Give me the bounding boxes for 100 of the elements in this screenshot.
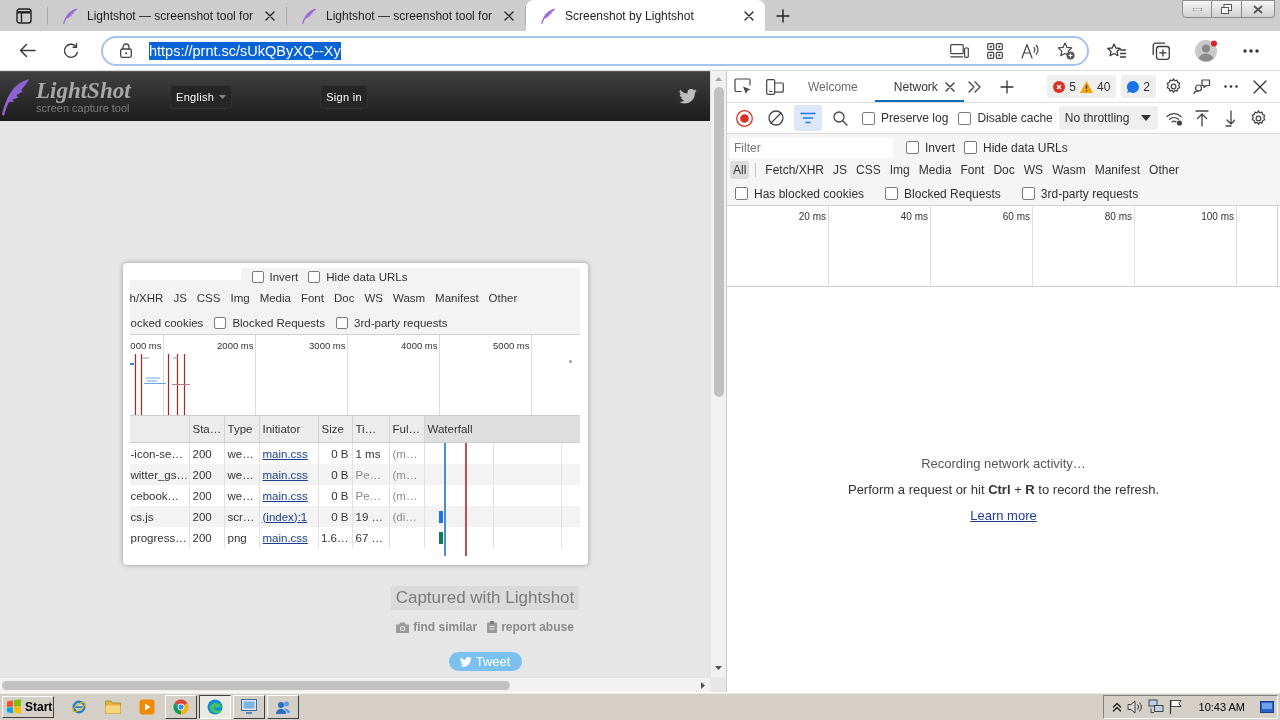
type-filter-button[interactable]: JS xyxy=(173,292,187,304)
address-field[interactable]: https://prnt.sc/sUkQByXQ--Xy xyxy=(101,35,1089,66)
type-filter-button[interactable]: h/XHR xyxy=(129,292,164,304)
checkbox-label[interactable]: Hide data URLs xyxy=(983,140,1068,155)
browser-e-icon[interactable] xyxy=(71,698,87,715)
column-header[interactable]: Ti… xyxy=(355,423,377,435)
column-header[interactable]: Initiator xyxy=(262,423,301,435)
overview-drawing xyxy=(129,354,192,415)
type-filter-button[interactable]: Manifest xyxy=(1091,161,1144,179)
checkbox[interactable] xyxy=(885,187,899,200)
bird-icon[interactable] xyxy=(679,89,697,104)
type-filter-button[interactable]: Fetch/XHR xyxy=(762,161,828,179)
vertical-scrollbar[interactable] xyxy=(710,71,726,677)
type-filter-button[interactable]: WS xyxy=(1020,161,1047,179)
taskbar-clock[interactable]: 10:43 AM xyxy=(1198,700,1245,713)
checkbox-label[interactable]: Invert xyxy=(269,270,299,283)
checkbox-label[interactable]: Blocked Requests xyxy=(232,316,326,329)
sign-in-button[interactable]: Sign in xyxy=(320,84,368,109)
close-window-button[interactable] xyxy=(1242,0,1275,18)
checkbox-label[interactable]: Blocked Requests xyxy=(904,186,1001,201)
checkbox[interactable] xyxy=(214,316,227,329)
initiator-link[interactable]: main.css xyxy=(262,468,308,481)
read-aloud-icon[interactable] xyxy=(1021,42,1039,59)
column-header[interactable]: Sta… xyxy=(192,423,222,435)
table-row[interactable]: cs.js 200 scr… (index):1 0 B 19 … (di… xyxy=(129,506,580,527)
filter-field[interactable]: Filter xyxy=(730,137,893,158)
checkbox[interactable] xyxy=(308,270,321,283)
scrollbar-thumb[interactable] xyxy=(2,680,510,690)
speaker-icon[interactable] xyxy=(1126,699,1143,714)
issues-badge[interactable]: 2 xyxy=(1121,75,1156,98)
checkbox-label[interactable]: ocked cookies xyxy=(130,316,204,329)
devices-icon[interactable] xyxy=(950,43,969,58)
close-tab-button[interactable] xyxy=(944,81,955,92)
type-filter-button[interactable]: Font xyxy=(300,292,324,304)
panel-tab[interactable]: Network xyxy=(874,71,964,102)
network-icon[interactable] xyxy=(1147,699,1164,714)
learn-more-link[interactable]: Learn more xyxy=(970,508,1037,523)
url-text[interactable]: https://prnt.sc/sUkQByXQ--Xy xyxy=(149,41,341,60)
initiator-link[interactable]: main.css xyxy=(262,489,308,502)
browser-tab[interactable]: Screenshot by Lightshot xyxy=(526,0,765,31)
type-filter-button[interactable]: Doc xyxy=(990,161,1018,179)
scrollbar-thumb[interactable] xyxy=(713,87,724,397)
settings-icon[interactable] xyxy=(1164,78,1182,95)
language-dropdown[interactable]: English xyxy=(170,84,233,109)
horizontal-scrollbar[interactable] xyxy=(0,677,710,692)
panel-tab[interactable]: Welcome xyxy=(791,71,875,102)
checkbox[interactable] xyxy=(906,141,919,154)
checkbox[interactable] xyxy=(964,141,977,154)
issues-badge[interactable]: 5 40 xyxy=(1047,75,1117,98)
column-header[interactable]: Type xyxy=(227,423,253,435)
column-header[interactable]: Waterfall xyxy=(427,423,473,435)
type-filter-button[interactable]: Font xyxy=(957,161,988,179)
type-filter-button[interactable]: Img xyxy=(230,292,250,304)
type-filter-button[interactable]: Wasm xyxy=(392,292,426,304)
taskbar-button[interactable] xyxy=(199,694,231,719)
checkbox[interactable] xyxy=(958,111,972,125)
filter-toggle-button[interactable] xyxy=(794,105,822,131)
type-filter-button[interactable]: Other xyxy=(488,292,518,304)
type-filter-button[interactable]: Media xyxy=(259,292,291,304)
feather-icon xyxy=(301,7,317,24)
checkbox[interactable] xyxy=(251,270,264,283)
checkbox-label[interactable]: Hide data URLs xyxy=(326,270,408,283)
chevron-up-icon[interactable] xyxy=(1111,701,1122,712)
throttling-select[interactable]: No throttling xyxy=(1058,106,1159,130)
checkbox-label[interactable]: Preserve log xyxy=(881,111,949,125)
grid-icon[interactable] xyxy=(987,42,1003,59)
checkbox[interactable] xyxy=(862,111,875,125)
column-header[interactable]: Ful… xyxy=(392,423,420,435)
caret-icon xyxy=(219,94,227,99)
type-filter-button[interactable]: WS xyxy=(364,292,383,304)
browser-tab[interactable]: Lightshot — screenshot tool for xyxy=(287,0,525,31)
checkbox-label[interactable]: 3rd-party requests xyxy=(354,316,448,329)
checkbox[interactable] xyxy=(336,316,349,329)
desktop-icon[interactable] xyxy=(1260,700,1274,713)
type-filter-button[interactable]: CSS xyxy=(853,161,884,179)
type-filter-button[interactable]: Doc xyxy=(333,292,355,304)
checkbox[interactable] xyxy=(1021,187,1035,200)
table-row[interactable]: witter_gs… 200 we… main.css 0 B Pe… (m… xyxy=(129,464,580,485)
type-filter-button[interactable]: CSS xyxy=(196,292,221,304)
column-header[interactable]: Size xyxy=(321,423,344,435)
type-filter-button[interactable]: Manifest xyxy=(435,292,479,304)
type-filter-button[interactable]: Media xyxy=(915,161,955,179)
initiator-link[interactable]: (index):1 xyxy=(262,510,308,523)
browser-tab[interactable]: Lightshot — screenshot tool for xyxy=(48,0,286,31)
type-filter-button[interactable]: Wasm xyxy=(1049,161,1089,179)
flag-icon[interactable] xyxy=(1168,699,1183,714)
checkbox-label[interactable]: Disable cache xyxy=(977,111,1053,125)
initiator-link[interactable]: main.css xyxy=(262,531,308,544)
checkbox[interactable] xyxy=(735,187,748,200)
checkbox-label[interactable]: Invert xyxy=(925,140,955,155)
start-button[interactable]: Start xyxy=(2,695,54,718)
checkbox-label[interactable]: 3rd-party requests xyxy=(1040,186,1139,201)
star-plus-icon[interactable] xyxy=(1057,41,1075,60)
type-filter-button[interactable]: Img xyxy=(886,161,913,179)
checkbox-label[interactable]: Has blocked cookies xyxy=(754,186,865,201)
type-filter-button[interactable]: Other xyxy=(1146,161,1183,179)
type-filter-button[interactable]: All xyxy=(730,161,750,179)
restore-button[interactable] xyxy=(1212,0,1242,18)
initiator-link[interactable]: main.css xyxy=(262,447,308,460)
type-filter-button[interactable]: JS xyxy=(830,161,851,179)
